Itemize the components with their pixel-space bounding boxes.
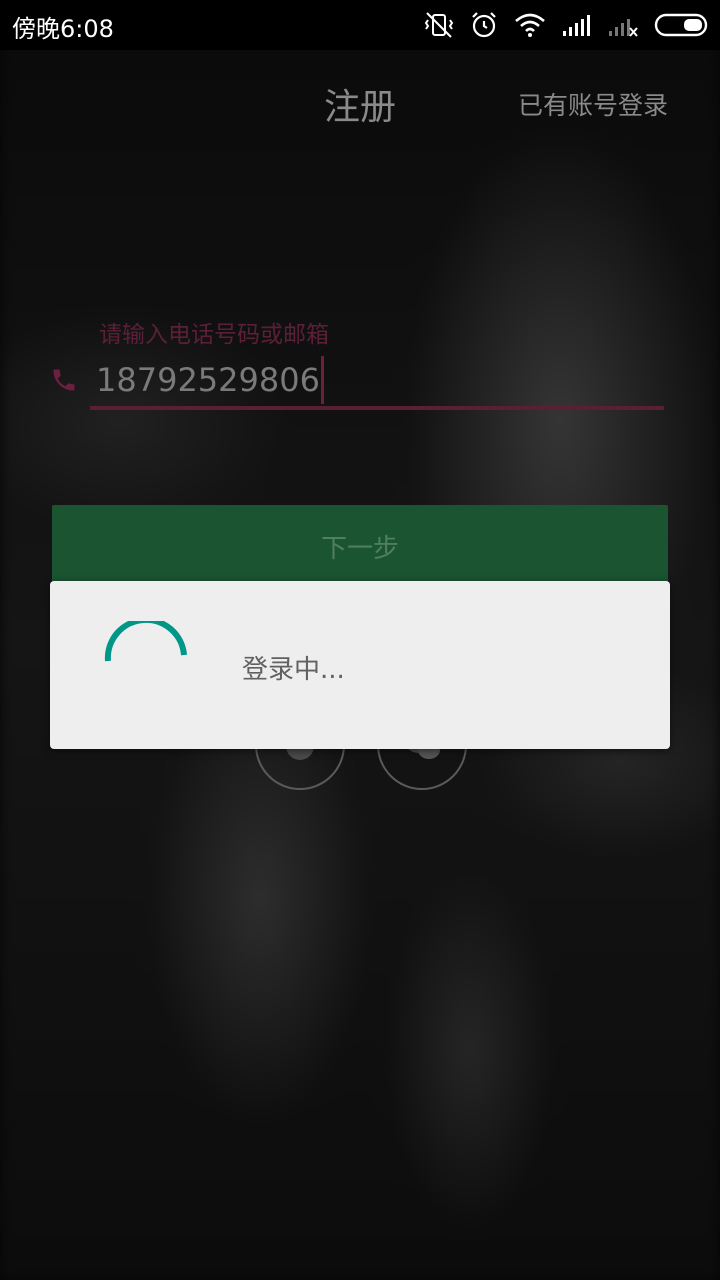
phone-input-underline — [90, 406, 664, 410]
status-bar: 傍晚6:08 — [0, 0, 720, 50]
phone-field-label: 请输入电话号码或邮箱 — [99, 322, 329, 348]
register-screen: 傍晚6:08 注册 已有账号登录 请输入电话号码或邮箱 18792529806 … — [0, 0, 720, 1280]
alarm-icon — [472, 12, 496, 38]
signal-icon — [563, 15, 590, 36]
signal-no-sim-icon — [609, 19, 638, 37]
loading-dialog: 登录中... — [50, 581, 670, 749]
text-cursor — [320, 356, 324, 404]
status-time: 傍晚6:08 — [12, 15, 114, 43]
vibrate-off-icon — [424, 12, 454, 38]
phone-input-value: 18792529806 — [96, 361, 320, 399]
phone-input[interactable]: 18792529806 — [96, 356, 324, 404]
battery-icon — [654, 13, 708, 37]
wifi-icon — [515, 13, 545, 37]
existing-account-login-link[interactable]: 已有账号登录 — [518, 86, 668, 122]
loading-spinner-icon — [104, 621, 187, 662]
loading-message: 登录中... — [242, 655, 345, 685]
status-icons — [424, 10, 710, 40]
phone-icon — [53, 369, 75, 391]
